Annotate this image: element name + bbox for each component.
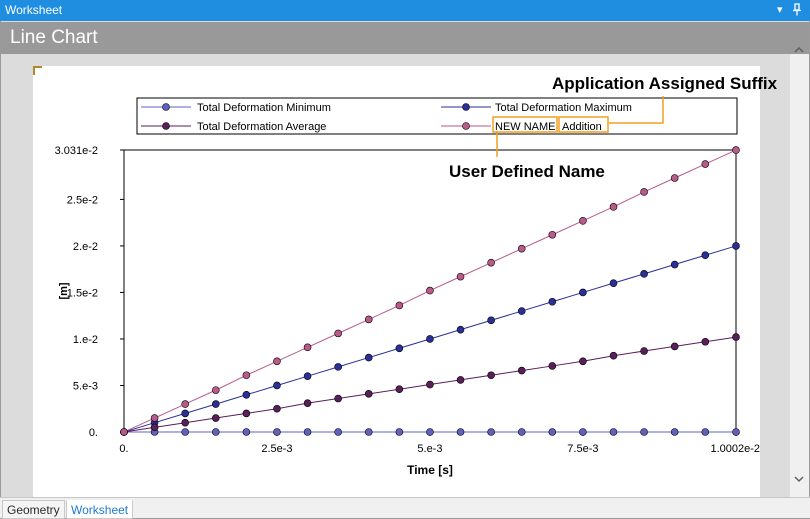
window-title-bar: Worksheet ▾ xyxy=(0,0,810,21)
scroll-up-icon[interactable] xyxy=(794,45,804,56)
window-title: Worksheet xyxy=(5,3,63,17)
chart-canvas xyxy=(33,66,760,497)
page-title: Line Chart xyxy=(10,27,98,48)
vertical-scrollbar[interactable] xyxy=(790,46,809,497)
bottom-tab-bar: Geometry Worksheet xyxy=(0,497,810,519)
chart-header: Line Chart xyxy=(1,22,809,54)
tab-geometry[interactable]: Geometry xyxy=(2,500,65,519)
pin-icon[interactable] xyxy=(792,3,802,20)
corner-marker xyxy=(33,66,42,75)
scroll-down-icon[interactable] xyxy=(794,475,804,486)
tab-worksheet[interactable]: Worksheet xyxy=(66,500,134,519)
dropdown-icon[interactable]: ▾ xyxy=(777,3,783,17)
